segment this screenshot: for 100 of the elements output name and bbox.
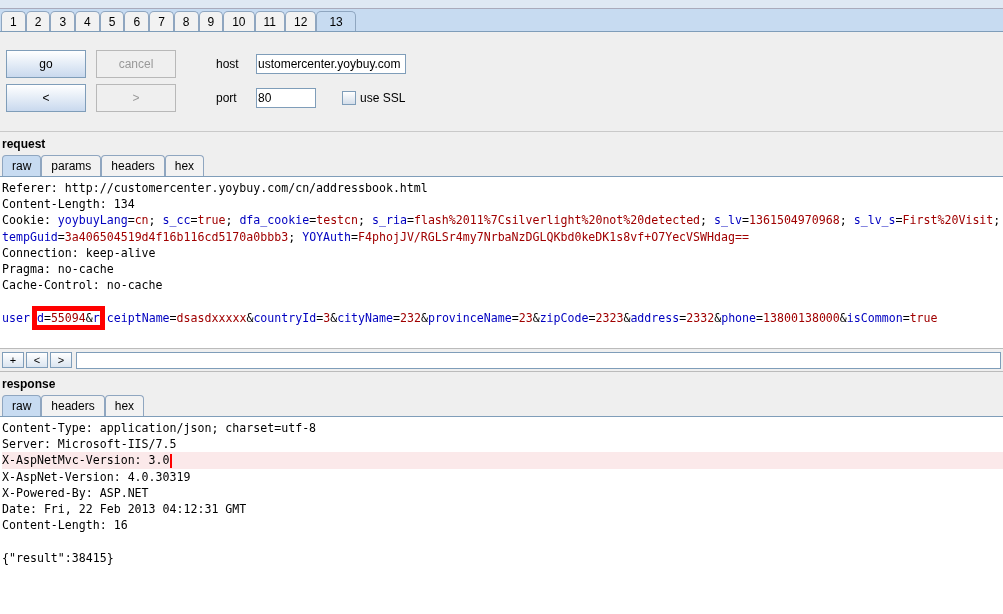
header-line: X-Powered-By: ASP.NET (2, 485, 149, 500)
param-name: cityName (337, 310, 393, 325)
param-name: provinceName (427, 310, 512, 325)
field-label: port (216, 91, 238, 105)
tab[interactable]: 1 (1, 11, 26, 31)
tab[interactable]: 6 (124, 11, 150, 31)
header-line: Pragma: no-cache (2, 261, 114, 276)
text-cursor (169, 453, 172, 468)
separator: ; (993, 213, 1001, 228)
separator: & (839, 310, 847, 325)
param-name: s_lv_s (853, 213, 896, 228)
separator: & (330, 310, 338, 325)
param-value: 55094 (50, 310, 86, 325)
param-value: 232 (400, 310, 421, 325)
checkbox[interactable] (342, 91, 356, 105)
separator: & (532, 310, 540, 325)
separator: & (246, 310, 254, 325)
tab[interactable]: 7 (149, 11, 174, 31)
separator: = (742, 213, 749, 228)
separator: = (127, 213, 135, 228)
tab[interactable]: hex (164, 155, 205, 176)
param-value: 3a406504519d4f16b116cd5170a0bbb3 (64, 229, 289, 244)
tab[interactable]: 4 (75, 11, 100, 31)
header-line: X-AspNet-Version: 4.0.30319 (2, 469, 191, 484)
tab[interactable]: 3 (50, 11, 76, 31)
response-body: {"result":38415} (2, 550, 114, 565)
host-field[interactable]: ustomercenter.yoybuy.com (256, 54, 406, 74)
tab[interactable]: 8 (173, 11, 199, 31)
tab[interactable]: headers (41, 395, 105, 416)
header-line: Content-Type: application/json; charset=utf-8 (2, 421, 317, 435)
tab[interactable]: 12 (285, 11, 317, 31)
param-name: zipCode (539, 310, 589, 325)
separator: ; (288, 229, 297, 244)
param-name: r (92, 310, 100, 325)
param-value: 3 (323, 310, 331, 325)
separator: = (309, 213, 317, 228)
tab[interactable]: 10 (223, 11, 255, 31)
separator: = (511, 310, 519, 325)
field-label: host (216, 57, 240, 71)
separator: & (85, 310, 93, 325)
tab[interactable]: 11 (254, 11, 285, 31)
separator: = (406, 213, 414, 228)
separator: ; (839, 213, 848, 228)
button[interactable]: go (6, 50, 86, 78)
separator: & (420, 310, 428, 325)
param-value: true (197, 213, 226, 228)
separator: = (316, 310, 324, 325)
separator: = (169, 310, 177, 325)
param-value: flash%2011%7Csilverlight%20not%20detected (413, 213, 701, 228)
separator: = (895, 213, 903, 228)
header-line: Content-Length: 134 (2, 197, 135, 212)
separator: ; (358, 213, 367, 228)
button[interactable]: < (26, 352, 48, 368)
param-value: F4phojJV/RGLSr4my7NrbaNzDGLQKbd0keDK1s8vf+O7YecVSWHdag== (358, 229, 749, 244)
separator: & (714, 310, 722, 325)
tab[interactable]: 13 (316, 11, 356, 31)
separator: = (190, 213, 198, 228)
header-line: Server: Microsoft-IIS/7.5 (2, 437, 177, 452)
header-line: Cache-Control: no-cache (2, 278, 163, 293)
separator: = (43, 310, 51, 325)
separator: = (393, 310, 400, 325)
param-value: testcn (316, 213, 359, 228)
param-name: countryId (253, 310, 317, 325)
button[interactable]: + (2, 352, 24, 368)
tab[interactable]: 9 (198, 11, 224, 31)
param-name: address (630, 310, 680, 325)
param-value: dsasdxxxxx (176, 310, 247, 325)
header-line: Cookie: (2, 213, 52, 228)
param-name: phone (721, 310, 757, 325)
param-name: s_ria (372, 213, 407, 228)
param-name: dfa_cookie (239, 213, 310, 228)
tab[interactable]: raw (2, 155, 42, 176)
button[interactable]: > (50, 352, 72, 368)
port-field[interactable]: 80 (256, 88, 316, 108)
input-field[interactable] (76, 351, 1001, 369)
separator: = (588, 310, 596, 325)
tab[interactable]: hex (104, 395, 145, 416)
param-name: s_lv (714, 213, 742, 228)
tab[interactable]: 2 (25, 11, 51, 31)
param-value: 13800138000 (763, 310, 840, 325)
header-line: Content-Length: 16 (2, 518, 128, 533)
param-name: tempGuid (2, 229, 58, 244)
separator: = (351, 229, 359, 244)
separator: ; (225, 213, 234, 228)
param-name: YOYAuth (302, 229, 352, 244)
header-line: Referer: http://customercenter.yoybuy.com/cn/addressbook.html (2, 181, 428, 195)
param-name: user (2, 310, 30, 325)
tab[interactable]: 5 (99, 11, 125, 31)
tab[interactable]: params (41, 155, 102, 176)
separator: = (57, 229, 65, 244)
param-value: 1361504970968 (749, 213, 840, 228)
tab[interactable]: headers (101, 155, 165, 176)
separator: ; (148, 213, 157, 228)
param-name: s_cc (162, 213, 191, 228)
param-name: ceiptName (106, 310, 170, 325)
tab[interactable]: raw (2, 395, 42, 416)
button[interactable]: < (6, 84, 86, 112)
separator: = (756, 310, 764, 325)
section-title: request (1, 137, 47, 153)
separator: = (902, 310, 910, 325)
